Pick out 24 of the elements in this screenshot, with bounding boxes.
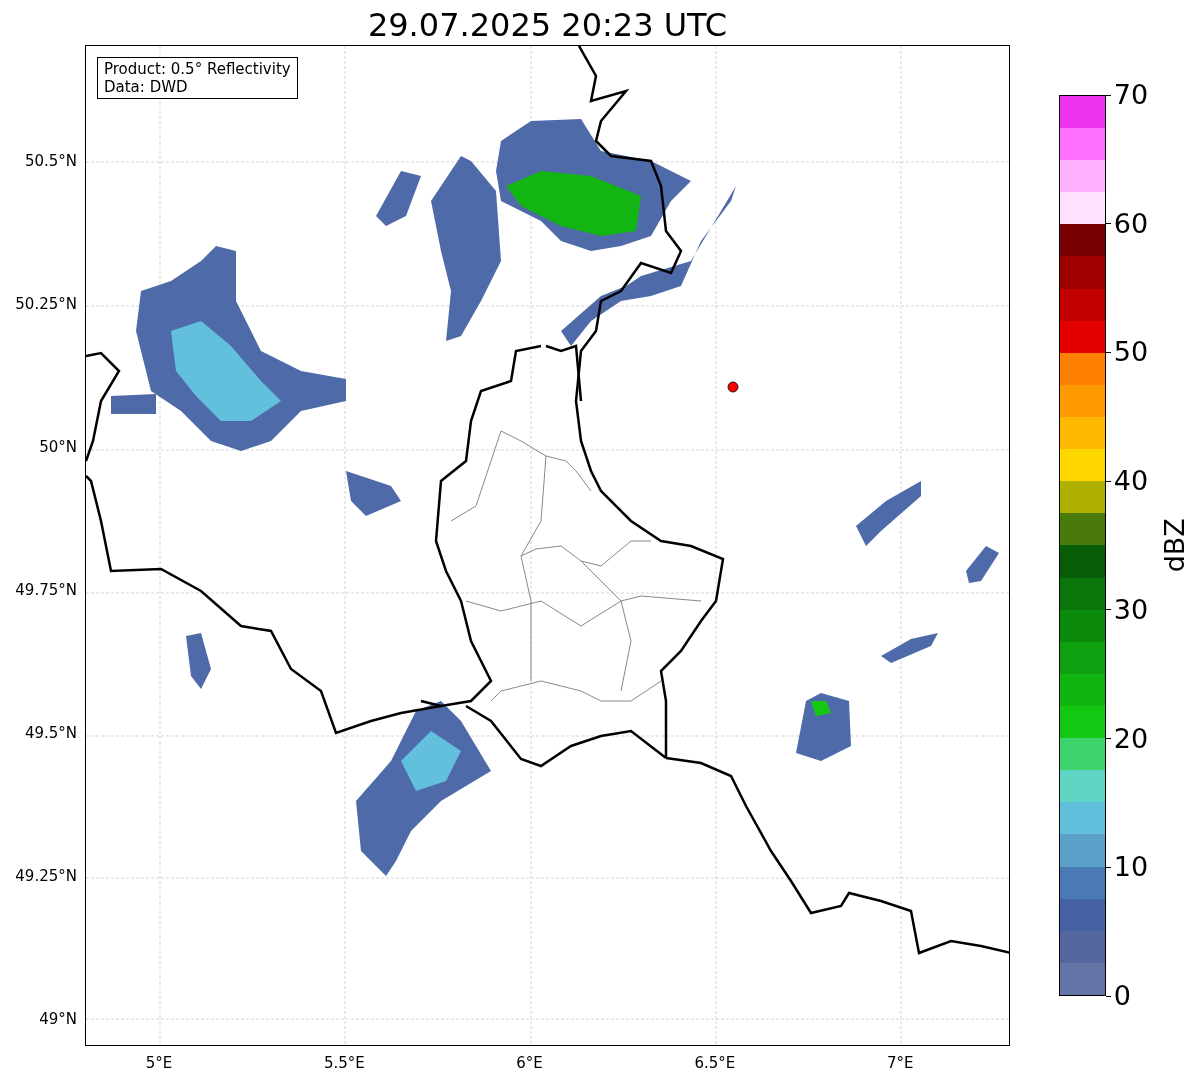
axis-tick-label: 49.75°N xyxy=(15,579,77,601)
colorbar-tick-label: 70 xyxy=(1113,80,1149,110)
legend-text: Data: DWD xyxy=(104,78,189,96)
axis-tick-label: 5°E xyxy=(145,1053,173,1074)
axis-tick-label: 6.5°E xyxy=(694,1053,736,1074)
colorbar-tick-label: 10 xyxy=(1113,852,1149,883)
colorbar-tick-label: 0 xyxy=(1113,981,1131,1011)
colorbar-tick-label: 40 xyxy=(1113,466,1149,497)
axis-tick-label: 50.5°N xyxy=(24,150,77,172)
colorbar-tick-label: 60 xyxy=(1113,208,1149,239)
axis-tick-label: 49.5°N xyxy=(24,722,77,744)
axis-tick-label: 5.5°E xyxy=(323,1053,365,1074)
axis-tick-label: 50.25°N xyxy=(15,293,77,315)
axis-tick-label: 49°N xyxy=(39,1008,77,1030)
axis-tick-label: 49.25°N xyxy=(15,865,77,887)
legend-text: Product: 0.5° Reflectivity xyxy=(104,60,291,78)
colorbar-tick-label: 20 xyxy=(1113,723,1149,754)
colorbar-tick-label: 50 xyxy=(1113,337,1149,368)
axis-tick-label: 6°E xyxy=(516,1053,543,1074)
colorbar-tick-label: 30 xyxy=(1113,594,1149,625)
axis-tick-label: 50°N xyxy=(39,436,77,458)
colorbar-label: dBZ xyxy=(1157,518,1191,573)
axis-tick-label: 7°E xyxy=(886,1053,914,1074)
chart-title: 29.07.2025 20:23 UTC xyxy=(366,5,729,45)
